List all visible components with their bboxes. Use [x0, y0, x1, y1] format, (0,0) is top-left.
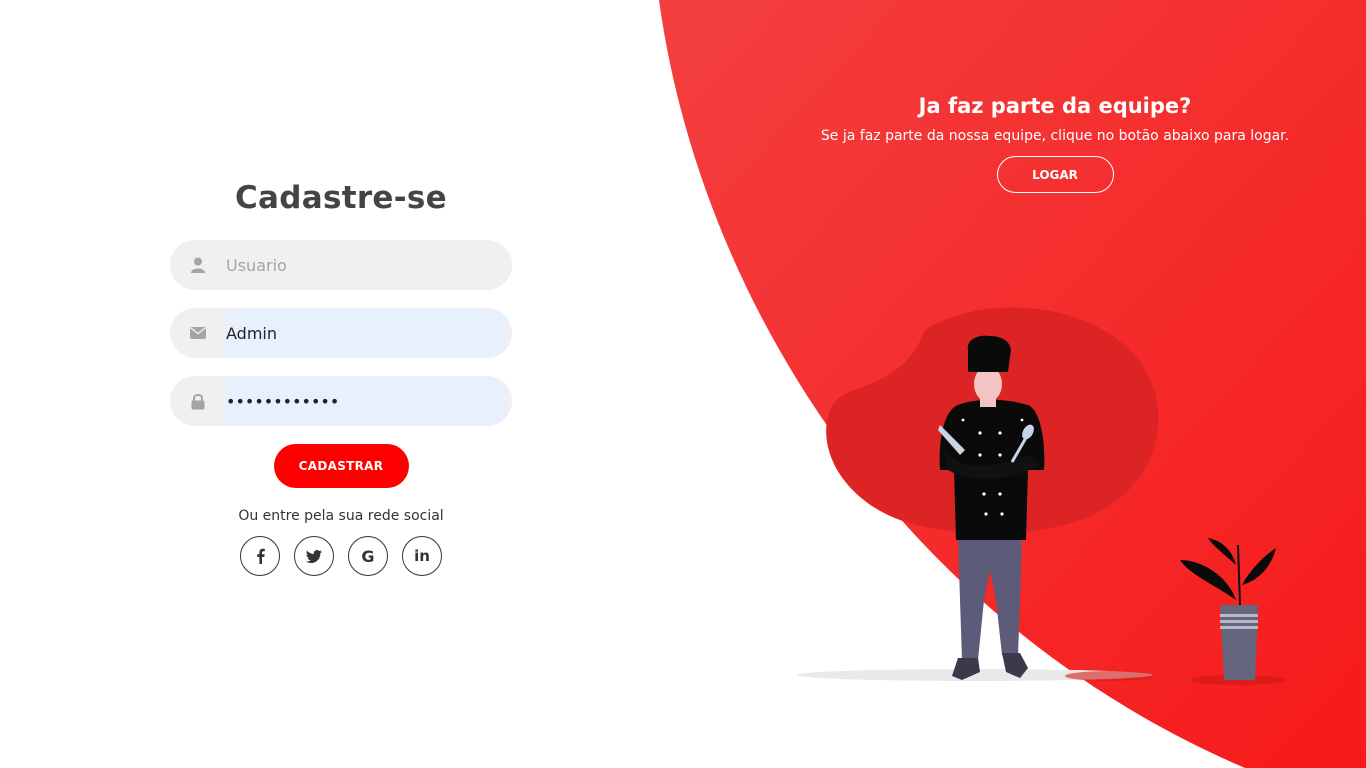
username-input[interactable]: [226, 255, 496, 275]
linkedin-button[interactable]: in: [402, 536, 442, 576]
login-panel: Ja faz parte da equipe? Se ja faz parte …: [800, 94, 1310, 193]
email-field[interactable]: [170, 308, 512, 358]
linkedin-icon: in: [414, 547, 430, 565]
plant-leaf-right: [1242, 548, 1276, 585]
password-input[interactable]: [226, 391, 496, 411]
username-field[interactable]: [170, 240, 512, 290]
chef-hat: [967, 335, 1011, 372]
twitter-button[interactable]: [294, 536, 334, 576]
floor-shadow-right: [1065, 671, 1155, 681]
chef-legs: [958, 535, 1022, 660]
signup-page: Cadastre-se CADASTRAR Ou entre pela sua …: [0, 0, 1366, 768]
envelope-icon: [170, 327, 226, 339]
cadastrar-button[interactable]: CADASTRAR: [273, 444, 409, 488]
password-field[interactable]: [170, 376, 512, 426]
social-text: Ou entre pela sua rede social: [238, 508, 444, 524]
plant-leaf-top: [1208, 538, 1236, 565]
panel-text: Se ja faz parte da nossa equipe, clique …: [820, 128, 1290, 144]
logar-button[interactable]: LOGAR: [996, 156, 1114, 193]
google-button[interactable]: G: [348, 536, 388, 576]
facebook-icon: [256, 548, 265, 564]
signup-form: Cadastre-se CADASTRAR Ou entre pela sua …: [170, 180, 512, 576]
lock-icon: [170, 393, 226, 410]
panel-title: Ja faz parte da equipe?: [918, 94, 1192, 118]
twitter-icon: [306, 549, 322, 563]
plant-leaf-left: [1180, 560, 1236, 600]
google-icon: G: [361, 546, 375, 566]
user-icon: [170, 257, 226, 273]
facebook-button[interactable]: [240, 536, 280, 576]
social-buttons: G in: [170, 536, 512, 576]
form-title: Cadastre-se: [234, 180, 447, 216]
email-input[interactable]: [226, 323, 496, 343]
